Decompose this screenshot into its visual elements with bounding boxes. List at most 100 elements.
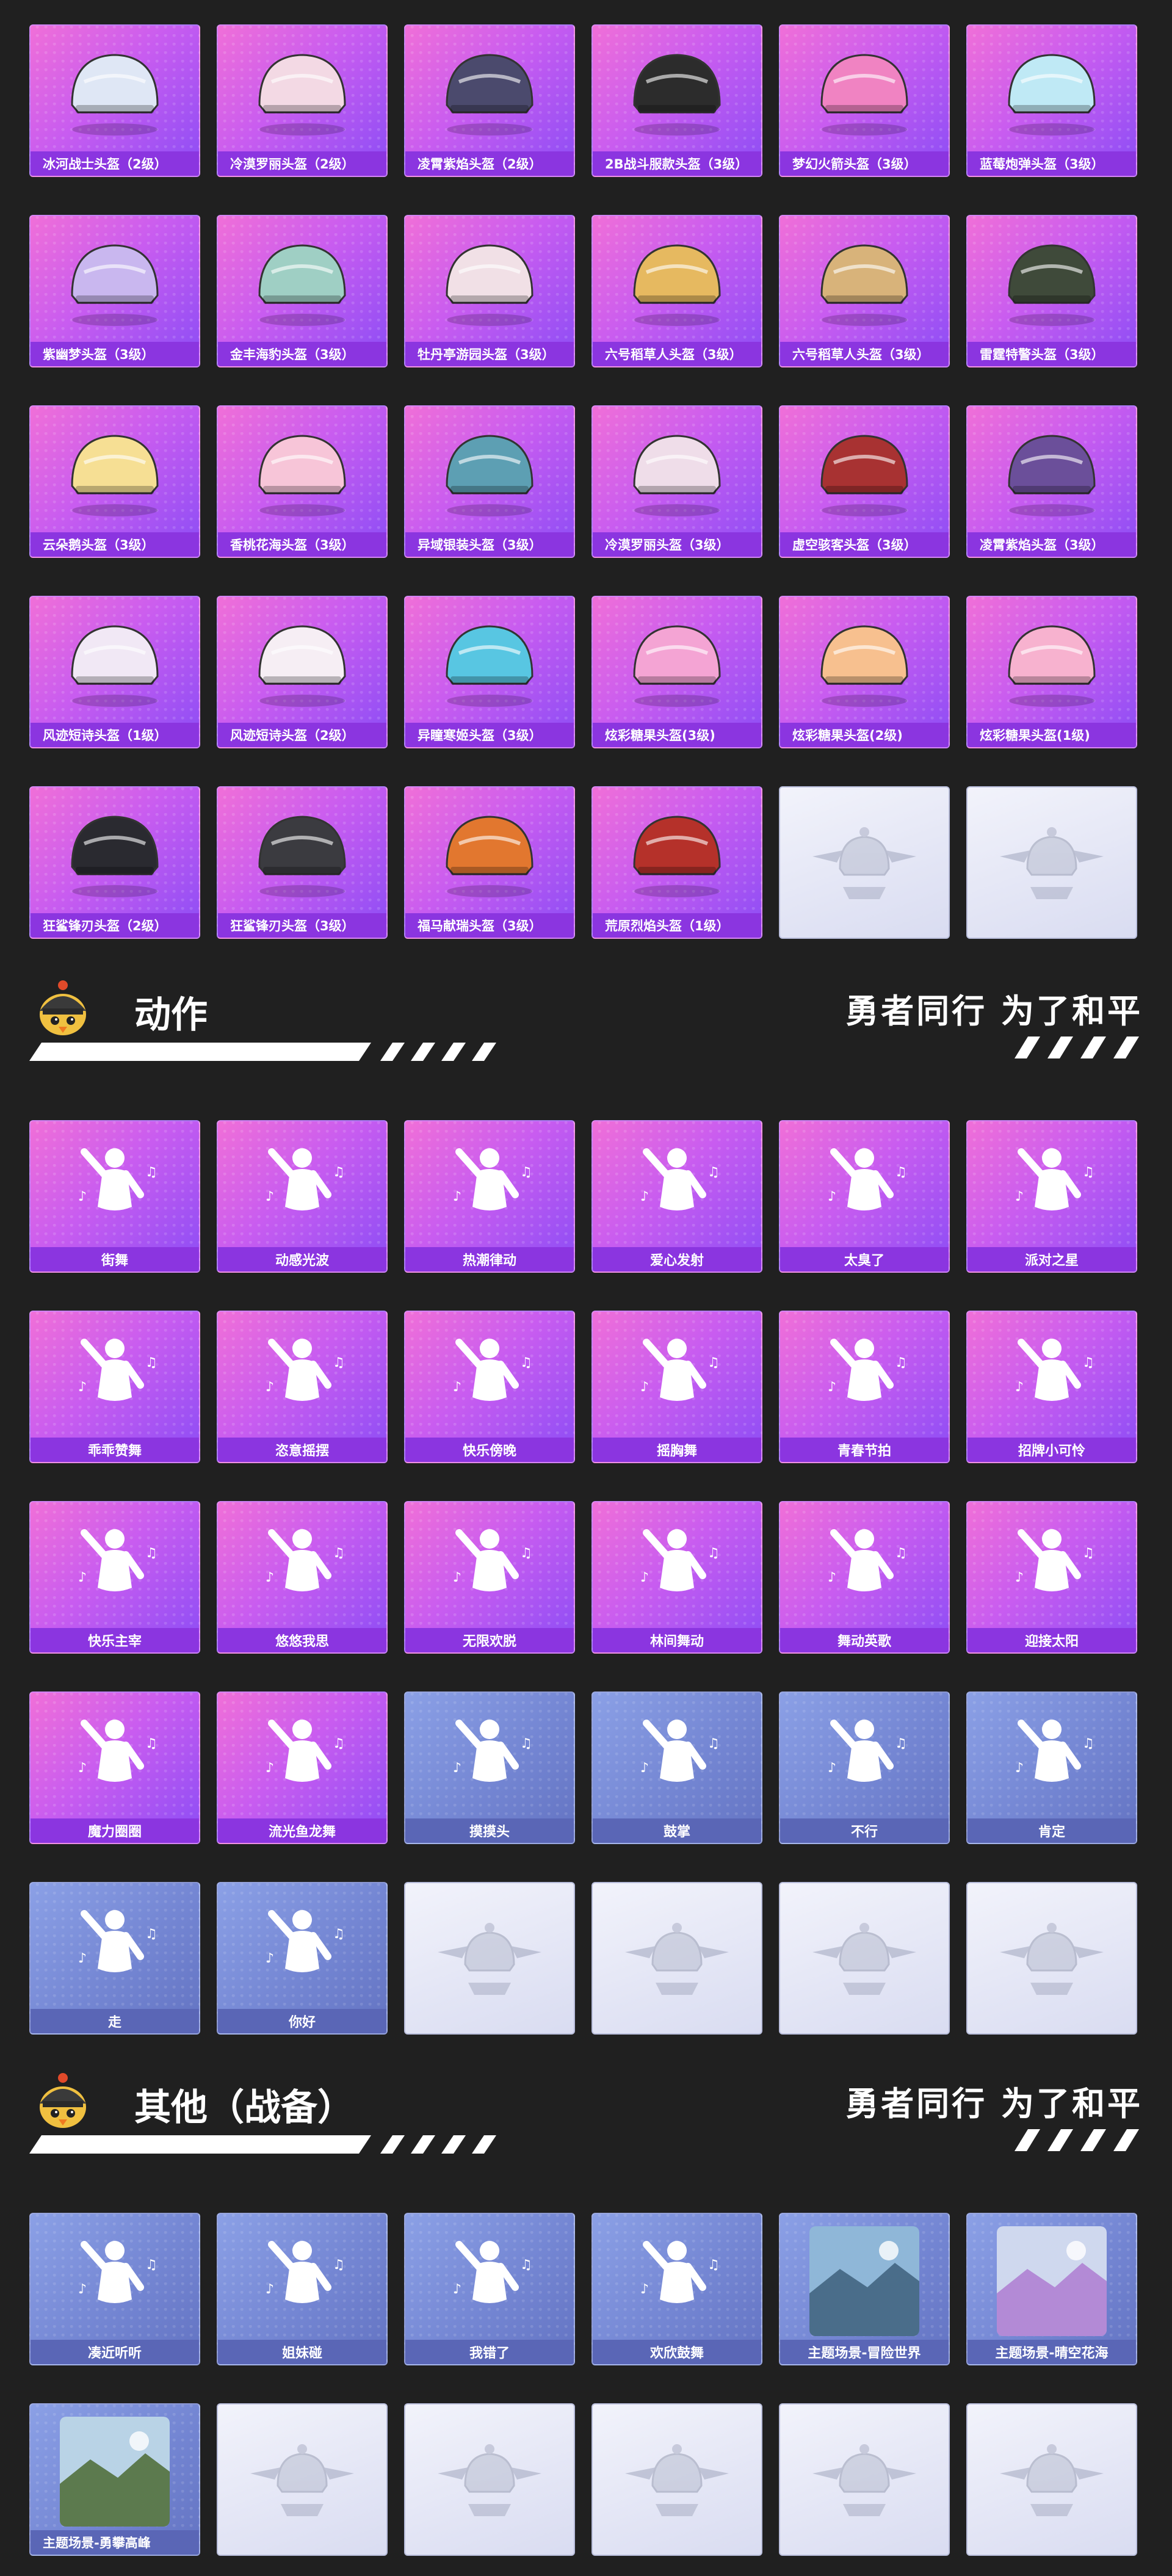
helmet-icon — [258, 244, 346, 326]
action-item[interactable]: ♪ ♫ 动感光波 — [217, 1120, 388, 1273]
helmet-icon — [820, 244, 908, 326]
helmet-item[interactable]: 2B战斗服款头盔（3级） — [591, 24, 762, 177]
helmet-item[interactable]: 蓝莓炮弹头盔（3级） — [966, 24, 1137, 177]
helmet-item[interactable]: 云朵鹅头盔（3级） — [29, 405, 200, 558]
empty-slot[interactable] — [591, 2403, 762, 2556]
dancer-silhouette-icon: ♪ ♫ — [266, 1720, 345, 1782]
helmet-item[interactable]: 冷漠罗丽头盔（2级） — [217, 24, 388, 177]
helmet-icon — [633, 244, 721, 326]
item-label: 冷漠罗丽头盔（3级） — [593, 532, 761, 557]
empty-slot[interactable] — [966, 1882, 1137, 2035]
scene-item[interactable]: 主题场景-勇攀高峰 — [29, 2403, 200, 2556]
empty-slot[interactable] — [779, 786, 950, 939]
placeholder-emblem-icon — [625, 2444, 729, 2516]
action-item[interactable]: ♪ ♫ 乖乖赞舞 — [29, 1311, 200, 1463]
helmet-item[interactable]: 六号稻草人头盔（3级） — [591, 215, 762, 367]
helmet-item[interactable]: 风迹短诗头盔（2级） — [217, 596, 388, 748]
svg-text:♪: ♪ — [78, 1189, 87, 1204]
action-item[interactable]: ♪ ♫ 热潮律动 — [404, 1120, 575, 1273]
action-item[interactable]: ♪ ♫ 你好 — [217, 1882, 388, 2035]
helmet-item[interactable]: 狂鲨锋刃头盔（2级） — [29, 786, 200, 939]
item-label: 魔力圈圈 — [31, 1818, 199, 1843]
empty-slot[interactable] — [591, 1882, 762, 2035]
item-label: 乖乖赞舞 — [31, 1438, 199, 1462]
action-item[interactable]: ♪ ♫ 林间舞动 — [591, 1501, 762, 1654]
empty-slot[interactable] — [404, 1882, 575, 2035]
helmet-item[interactable]: 凌霄紫焰头盔（3级） — [966, 405, 1137, 558]
action-item[interactable]: ♪ ♫ 流光鱼龙舞 — [217, 1691, 388, 1844]
empty-slot[interactable] — [779, 1882, 950, 2035]
empty-slot[interactable] — [779, 2403, 950, 2556]
item-label: 摇胸舞 — [593, 1438, 761, 1462]
empty-slot[interactable] — [966, 2403, 1137, 2556]
action-item[interactable]: ♪ ♫ 快乐傍晚 — [404, 1311, 575, 1463]
helmet-item[interactable]: 香桃花海头盔（3级） — [217, 405, 388, 558]
helmet-item[interactable]: 炫彩糖果头盔(3级) — [591, 596, 762, 748]
item-label: 快乐傍晚 — [405, 1438, 574, 1462]
item-label: 炫彩糖果头盔(3级) — [593, 723, 761, 747]
action-item[interactable]: ♪ ♫ 快乐主宰 — [29, 1501, 200, 1654]
helmet-item[interactable]: 异域银装头盔（3级） — [404, 405, 575, 558]
helmet-item[interactable]: 金丰海豹头盔（3级） — [217, 215, 388, 367]
action-item[interactable]: ♪ ♫ 无限欢脱 — [404, 1501, 575, 1654]
other-item[interactable]: ♪ ♫ 凑近听听 — [29, 2213, 200, 2365]
empty-slot[interactable] — [217, 2403, 388, 2556]
action-item[interactable]: ♪ ♫ 太臭了 — [779, 1120, 950, 1273]
other-item[interactable]: ♪ ♫ 欢欣鼓舞 — [591, 2213, 762, 2365]
other-item[interactable]: ♪ ♫ 姐妹碰 — [217, 2213, 388, 2365]
helmet-item[interactable]: 异瞳寒姬头盔（3级） — [404, 596, 575, 748]
helmet-item[interactable]: 牡丹亭游园头盔（3级） — [404, 215, 575, 367]
helmet-item[interactable]: 狂鲨锋刃头盔（3级） — [217, 786, 388, 939]
other-item[interactable]: ♪ ♫ 我错了 — [404, 2213, 575, 2365]
item-label: 摸摸头 — [405, 1818, 574, 1843]
action-item[interactable]: ♪ ♫ 走 — [29, 1882, 200, 2035]
action-item[interactable]: ♪ ♫ 肯定 — [966, 1691, 1137, 1844]
svg-text:♫: ♫ — [145, 1355, 157, 1370]
empty-slot[interactable] — [966, 786, 1137, 939]
helmet-item[interactable]: 风迹短诗头盔（1级） — [29, 596, 200, 748]
empty-slot[interactable] — [404, 2403, 575, 2556]
action-item[interactable]: ♪ ♫ 派对之星 — [966, 1120, 1137, 1273]
action-item[interactable]: ♪ ♫ 摇胸舞 — [591, 1311, 762, 1463]
placeholder-emblem-icon — [1000, 2444, 1104, 2516]
dancer-silhouette-icon: ♪ ♫ — [1015, 1720, 1094, 1782]
action-item[interactable]: ♪ ♫ 爱心发射 — [591, 1120, 762, 1273]
dancer-silhouette-icon: ♪ ♫ — [266, 1910, 345, 1972]
helmet-item[interactable]: 冰河战士头盔（2级） — [29, 24, 200, 177]
svg-text:♫: ♫ — [707, 2257, 720, 2273]
item-label: 荒原烈焰头盔（1级） — [593, 913, 761, 938]
action-item[interactable]: ♪ ♫ 鼓掌 — [591, 1691, 762, 1844]
action-item[interactable]: ♪ ♫ 青春节拍 — [779, 1311, 950, 1463]
action-item[interactable]: ♪ ♫ 迎接太阳 — [966, 1501, 1137, 1654]
svg-text:♫: ♫ — [895, 1546, 907, 1561]
item-label: 香桃花海头盔（3级） — [218, 532, 386, 557]
helmet-item[interactable]: 福马献瑞头盔（3级） — [404, 786, 575, 939]
svg-text:♫: ♫ — [520, 2257, 532, 2273]
svg-text:♪: ♪ — [1015, 1189, 1024, 1204]
helmet-item[interactable]: 炫彩糖果头盔(1级) — [966, 596, 1137, 748]
action-item[interactable]: ♪ ♫ 摸摸头 — [404, 1691, 575, 1844]
action-item[interactable]: ♪ ♫ 不行 — [779, 1691, 950, 1844]
action-item[interactable]: ♪ ♫ 悠悠我思 — [217, 1501, 388, 1654]
helmet-item[interactable]: 雷霆特警头盔（3级） — [966, 215, 1137, 367]
helmet-item[interactable]: 紫幽梦头盔（3级） — [29, 215, 200, 367]
helmet-item[interactable]: 六号稻草人头盔（3级） — [779, 215, 950, 367]
svg-text:♪: ♪ — [453, 2282, 461, 2297]
helmet-item[interactable]: 梦幻火箭头盔（3级） — [779, 24, 950, 177]
helmet-item[interactable]: 凌霄紫焰头盔（2级） — [404, 24, 575, 177]
helmet-item[interactable]: 荒原烈焰头盔（1级） — [591, 786, 762, 939]
action-item[interactable]: ♪ ♫ 魔力圈圈 — [29, 1691, 200, 1844]
scene-item[interactable]: 主题场景-冒险世界 — [779, 2213, 950, 2365]
action-item[interactable]: ♪ ♫ 街舞 — [29, 1120, 200, 1273]
item-label: 炫彩糖果头盔(1级) — [968, 723, 1136, 747]
helmet-item[interactable]: 虚空骇客头盔（3级） — [779, 405, 950, 558]
helmet-item[interactable]: 冷漠罗丽头盔（3级） — [591, 405, 762, 558]
helmet-item[interactable]: 炫彩糖果头盔(2级) — [779, 596, 950, 748]
scene-item[interactable]: 主题场景-晴空花海 — [966, 2213, 1137, 2365]
action-item[interactable]: ♪ ♫ 舞动英歌 — [779, 1501, 950, 1654]
svg-text:♫: ♫ — [1082, 1546, 1094, 1561]
action-item[interactable]: ♪ ♫ 恣意摇摆 — [217, 1311, 388, 1463]
dancer-silhouette-icon: ♪ ♫ — [1015, 1529, 1094, 1591]
action-item[interactable]: ♪ ♫ 招牌小可怜 — [966, 1311, 1137, 1463]
svg-text:♫: ♫ — [707, 1165, 720, 1180]
